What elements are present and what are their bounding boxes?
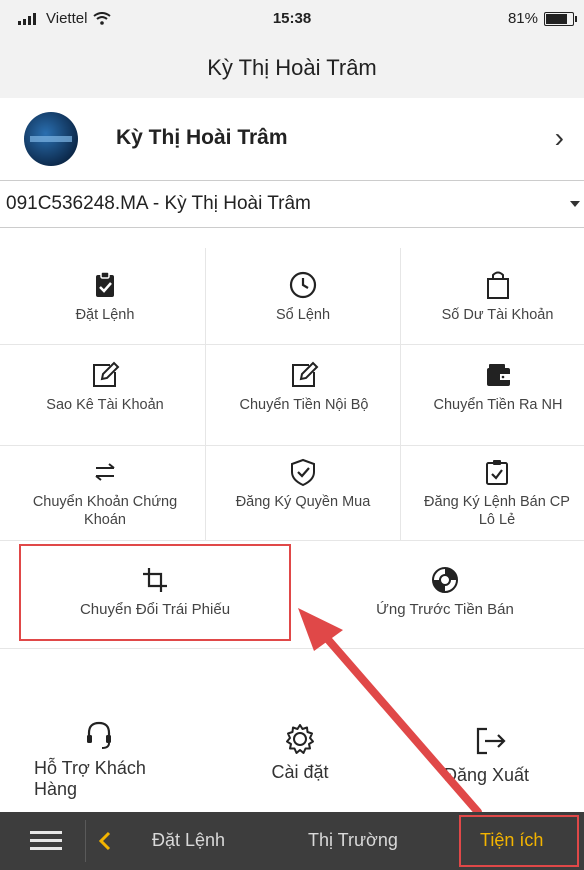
menu-item-label: Sổ Lệnh xyxy=(275,307,331,323)
headset-icon xyxy=(87,721,111,749)
status-bar: Viettel 15:38 81% xyxy=(0,0,584,38)
battery-percent: 81% xyxy=(507,10,538,27)
tab-dat-lenh[interactable]: Đặt Lệnh xyxy=(152,830,225,851)
grid-divider xyxy=(0,445,584,446)
menu-item-so-du-tai-khoan[interactable]: Số Dư Tài Khoản xyxy=(415,270,580,324)
clipboard-check-icon xyxy=(96,271,114,297)
shopping-bag-icon xyxy=(486,271,509,299)
support-label: Hỗ Trợ Khách Hàng xyxy=(34,758,146,799)
gear-icon xyxy=(286,724,314,754)
menu-item-ung-truoc-tien-ban[interactable]: Ứng Trước Tiền Bán xyxy=(330,565,560,619)
profile-name: Kỳ Thị Hoài Trâm xyxy=(116,126,288,149)
life-ring-icon xyxy=(432,567,458,593)
support-button[interactable]: Hỗ Trợ Khách Hàng xyxy=(34,720,184,800)
shield-check-icon xyxy=(291,458,315,487)
edit-icon xyxy=(93,361,120,387)
account-select-value: 091C536248.MA - Kỳ Thị Hoài Trâm xyxy=(6,193,311,214)
menu-item-label: Chuyển Tiền Nội Bộ xyxy=(239,397,369,413)
account-select[interactable]: 091C536248.MA - Kỳ Thị Hoài Trâm xyxy=(0,180,584,228)
avatar xyxy=(24,112,78,166)
tab-highlight-box xyxy=(459,815,579,867)
chevron-right-icon: › xyxy=(554,122,564,153)
profile-row[interactable]: Kỳ Thị Hoài Trâm › xyxy=(0,98,584,180)
menu-item-label: Chuyển Tiền Ra NH xyxy=(433,397,563,413)
wallet-icon xyxy=(487,364,510,386)
edit-icon xyxy=(292,361,319,387)
transfer-arrows-icon xyxy=(95,463,115,481)
page-title: Kỳ Thị Hoài Trâm xyxy=(0,38,584,99)
menu-item-chuyen-tien-ra-nh[interactable]: Chuyển Tiền Ra NH xyxy=(418,360,578,414)
menu-item-sao-ke-tai-khoan[interactable]: Sao Kê Tài Khoản xyxy=(38,360,172,414)
menu-item-label: Đăng Ký Lệnh Bán CP Lô Lẻ xyxy=(424,494,570,528)
logout-button[interactable]: Đăng Xuất xyxy=(440,725,560,786)
grid-divider xyxy=(400,248,401,540)
grid-divider xyxy=(205,248,206,540)
hamburger-menu-icon[interactable] xyxy=(30,830,62,852)
settings-button[interactable]: Cài đặt xyxy=(250,722,350,783)
menu-item-dang-ky-quyen-mua[interactable]: Đăng Ký Quyền Mua xyxy=(228,457,378,511)
grid-divider xyxy=(0,648,584,649)
menu-item-label: Số Dư Tài Khoản xyxy=(441,307,554,323)
settings-label: Cài đặt xyxy=(271,762,329,782)
grid-divider xyxy=(0,344,584,345)
menu-item-chuyen-khoan-chung-khoan[interactable]: Chuyển Khoản Chứng Khoán xyxy=(30,457,180,529)
clock-icon xyxy=(289,271,317,299)
logout-icon xyxy=(476,727,506,755)
menu-item-label: Ứng Trước Tiền Bán xyxy=(376,601,514,618)
menu-item-chuyen-tien-noi-bo[interactable]: Chuyển Tiền Nội Bộ xyxy=(225,360,383,414)
grid-divider xyxy=(0,540,584,541)
highlight-box xyxy=(19,544,291,641)
clock: 15:38 xyxy=(272,10,312,27)
tab-thi-truong[interactable]: Thị Trường xyxy=(308,830,398,851)
battery-icon xyxy=(544,11,577,26)
menu-item-label: Đăng Ký Quyền Mua xyxy=(235,494,371,510)
chevron-down-icon xyxy=(570,201,580,207)
menu-item-dat-lenh[interactable]: Đặt Lệnh xyxy=(30,270,180,324)
chevron-left-icon[interactable] xyxy=(98,831,112,851)
menu-item-label: Đặt Lệnh xyxy=(75,307,135,323)
logout-label: Đăng Xuất xyxy=(444,765,530,785)
menu-item-dang-ky-lenh-ban-cp-lo-le[interactable]: Đăng Ký Lệnh Bán CP Lô Lẻ xyxy=(422,457,572,529)
calendar-check-icon xyxy=(486,460,508,485)
battery-group: 81% xyxy=(507,10,577,27)
menu-item-label: Chuyển Khoản Chứng Khoán xyxy=(32,494,178,528)
menu-item-so-lenh[interactable]: Sổ Lệnh xyxy=(228,270,378,324)
tab-divider xyxy=(85,820,86,862)
menu-item-label: Sao Kê Tài Khoản xyxy=(46,397,164,413)
